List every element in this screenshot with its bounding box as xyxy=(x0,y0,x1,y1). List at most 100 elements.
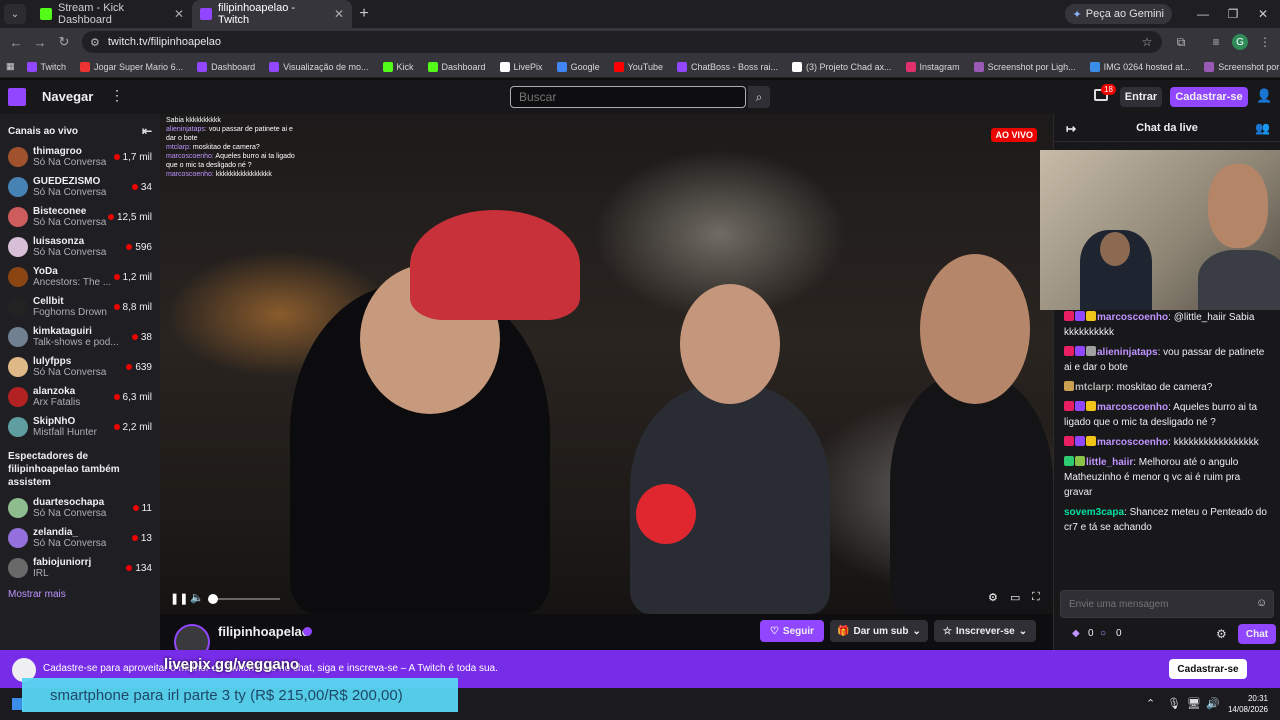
bookmark-item[interactable]: Kick xyxy=(377,57,420,77)
collapse-chat-icon[interactable]: ↦ xyxy=(1066,122,1076,136)
more-icon[interactable]: ⋮ xyxy=(110,87,124,104)
chat-badge-icon[interactable] xyxy=(1064,456,1074,466)
chat-username[interactable]: mtclarp xyxy=(1075,382,1111,393)
twitch-logo-icon[interactable] xyxy=(8,88,26,106)
chat-badge-icon[interactable] xyxy=(1064,401,1074,411)
sidebar-channel[interactable]: luisasonza Só Na Conversa 596 xyxy=(0,232,160,262)
sidebar-channel[interactable]: YoDaThe Legend of Ze...Ancestors: The ..… xyxy=(0,262,160,292)
chat-badge-icon[interactable] xyxy=(1086,436,1096,446)
chat-badge-icon[interactable] xyxy=(1075,311,1085,321)
tab-twitch[interactable]: filipinhoapelao - Twitch ✕ xyxy=(192,0,352,28)
system-clock[interactable]: 20:31 14/08/2026 xyxy=(1222,693,1268,715)
fullscreen-icon[interactable]: ⛶ xyxy=(1032,591,1040,604)
chat-badge-icon[interactable] xyxy=(1064,311,1074,321)
chat-username[interactable]: marcoscoenho xyxy=(1097,437,1168,448)
tab-kick-dashboard[interactable]: Stream - Kick Dashboard ✕ xyxy=(32,0,192,28)
sidebar-channel[interactable]: duartesochapa Só Na Conversa 11 xyxy=(0,493,160,523)
browser-menu-icon[interactable]: ⋮ xyxy=(1254,32,1276,52)
url-input[interactable]: ⚙ twitch.tv/filipinhoapelao xyxy=(82,31,1162,53)
chat-badge-icon[interactable] xyxy=(1086,346,1096,356)
volume-slider-knob[interactable] xyxy=(208,594,218,604)
new-tab-button[interactable]: + xyxy=(352,5,376,23)
chat-badge-icon[interactable] xyxy=(1075,436,1085,446)
bookmark-star-icon[interactable]: ☆ xyxy=(1136,32,1158,52)
bookmark-item[interactable]: Twitch xyxy=(21,57,73,77)
chat-badge-icon[interactable] xyxy=(1064,381,1074,391)
chat-badge-icon[interactable] xyxy=(1086,401,1096,411)
volume-icon[interactable]: 🔈 xyxy=(190,591,204,604)
signup-button[interactable]: Cadastrar-se xyxy=(1170,87,1248,107)
tab-search-button[interactable]: ⌄ xyxy=(4,4,26,24)
search-icon[interactable]: ⌕ xyxy=(748,86,770,108)
chat-username[interactable]: marcoscoenho xyxy=(1097,312,1168,323)
restore-button[interactable]: ❐ xyxy=(1216,0,1250,28)
community-icon[interactable]: 👥 xyxy=(1255,121,1270,135)
sidebar-channel[interactable]: thimagroo Só Na Conversa 1,7 mil xyxy=(0,142,160,172)
apps-icon[interactable]: ▦ xyxy=(6,61,15,72)
bookmark-item[interactable]: Dashboard xyxy=(191,57,261,77)
bookmark-item[interactable]: ChatBoss - Boss rai... xyxy=(671,57,784,77)
forward-icon[interactable]: → xyxy=(28,35,52,50)
chat-username[interactable]: alieninjataps xyxy=(1097,347,1158,358)
chat-badge-icon[interactable] xyxy=(1075,456,1085,466)
chat-username[interactable]: little_haiir xyxy=(1086,457,1133,468)
bookmark-item[interactable]: Screenshot por Ligh... xyxy=(1198,57,1280,77)
bookmark-item[interactable]: Google xyxy=(551,57,606,77)
show-more-link[interactable]: Mostrar mais xyxy=(0,583,160,606)
search-input[interactable] xyxy=(510,86,746,108)
theatre-mode-icon[interactable]: ▭ xyxy=(1010,591,1020,604)
chat-badge-icon[interactable] xyxy=(1086,311,1096,321)
bookmark-item[interactable]: (3) Projeto Chad ax... xyxy=(786,57,898,77)
profile-avatar[interactable]: G xyxy=(1229,32,1251,52)
bits-icon[interactable]: ◆ xyxy=(1072,628,1080,639)
speaker-icon[interactable]: 🔊 xyxy=(1206,697,1220,710)
settings-icon[interactable]: ⚙ xyxy=(988,591,998,604)
network-icon[interactable]: 🖥 xyxy=(1187,697,1201,710)
follow-button[interactable]: ♡ Seguir xyxy=(760,620,824,642)
sidebar-channel[interactable]: GUEDEZISMO Só Na Conversa 34 xyxy=(0,172,160,202)
site-info-icon[interactable]: ⚙ xyxy=(90,36,100,49)
bookmark-item[interactable]: Screenshot por Ligh... xyxy=(968,57,1082,77)
bookmark-item[interactable]: Dashboard xyxy=(422,57,492,77)
sidebar-channel[interactable]: alanzoka Arx Fatalis 6,3 mil xyxy=(0,382,160,412)
chat-badge-icon[interactable] xyxy=(1075,346,1085,356)
chat-username[interactable]: sovem3capa xyxy=(1064,507,1124,518)
sidebar-channel[interactable]: lulyfpps Só Na Conversa 639 xyxy=(0,352,160,382)
login-button[interactable]: Entrar xyxy=(1120,87,1162,107)
chat-username[interactable]: marcoscoenho xyxy=(1097,402,1168,413)
emote-icon[interactable]: ☺ xyxy=(1256,597,1267,609)
minimize-button[interactable]: — xyxy=(1186,0,1220,28)
subscribe-button[interactable]: ☆ Inscrever-se ⌄ xyxy=(934,620,1036,642)
bookmark-item[interactable]: LivePix xyxy=(494,57,549,77)
chat-badge-icon[interactable] xyxy=(1075,401,1085,411)
tray-chevron-icon[interactable]: ⌃ xyxy=(1146,697,1155,710)
browse-link[interactable]: Navegar xyxy=(42,89,93,104)
collapse-icon[interactable]: ⇤ xyxy=(142,124,152,138)
channel-name[interactable]: filipinhoapelao xyxy=(218,624,310,639)
user-icon[interactable]: 👤 xyxy=(1256,88,1272,104)
bookmark-item[interactable]: IMG 0264 hosted at... xyxy=(1084,57,1197,77)
promo-signup-button[interactable]: Cadastrar-se xyxy=(1169,659,1247,679)
chat-badge-icon[interactable] xyxy=(1064,436,1074,446)
volume-slider[interactable] xyxy=(212,598,280,600)
back-icon[interactable]: ← xyxy=(4,35,28,50)
sidebar-channel[interactable]: Cellbit Foghorns Drown 8,8 mil xyxy=(0,292,160,322)
close-icon[interactable]: ✕ xyxy=(174,7,184,21)
pause-icon[interactable]: ❚❚ xyxy=(170,592,188,605)
bookmark-item[interactable]: Instagram xyxy=(900,57,966,77)
chat-input[interactable] xyxy=(1060,590,1274,618)
window-close-button[interactable]: ✕ xyxy=(1246,0,1280,28)
bookmark-item[interactable]: YouTube xyxy=(608,57,669,77)
sidebar-channel[interactable]: Bisteconee Só Na Conversa 12,5 mil xyxy=(0,202,160,232)
sidebar-channel[interactable]: fabiojuniorrj IRL 134 xyxy=(0,553,160,583)
sidebar-channel[interactable]: kimkataguiri Talk-shows e pod... 38 xyxy=(0,322,160,352)
gemini-button[interactable]: ✦ Peça ao Gemini xyxy=(1064,4,1172,24)
extensions-icon[interactable]: ⧉ xyxy=(1170,32,1192,52)
points-icon[interactable]: ○ xyxy=(1100,628,1106,639)
reload-icon[interactable]: ↻ xyxy=(52,34,76,50)
mic-icon[interactable]: 🎙 xyxy=(1167,697,1181,710)
chat-send-button[interactable]: Chat xyxy=(1238,624,1276,644)
gift-sub-button[interactable]: 🎁 Dar um sub ⌄ xyxy=(830,620,928,642)
close-icon[interactable]: ✕ xyxy=(334,7,344,21)
bookmark-item[interactable]: Jogar Super Mario 6... xyxy=(74,57,189,77)
